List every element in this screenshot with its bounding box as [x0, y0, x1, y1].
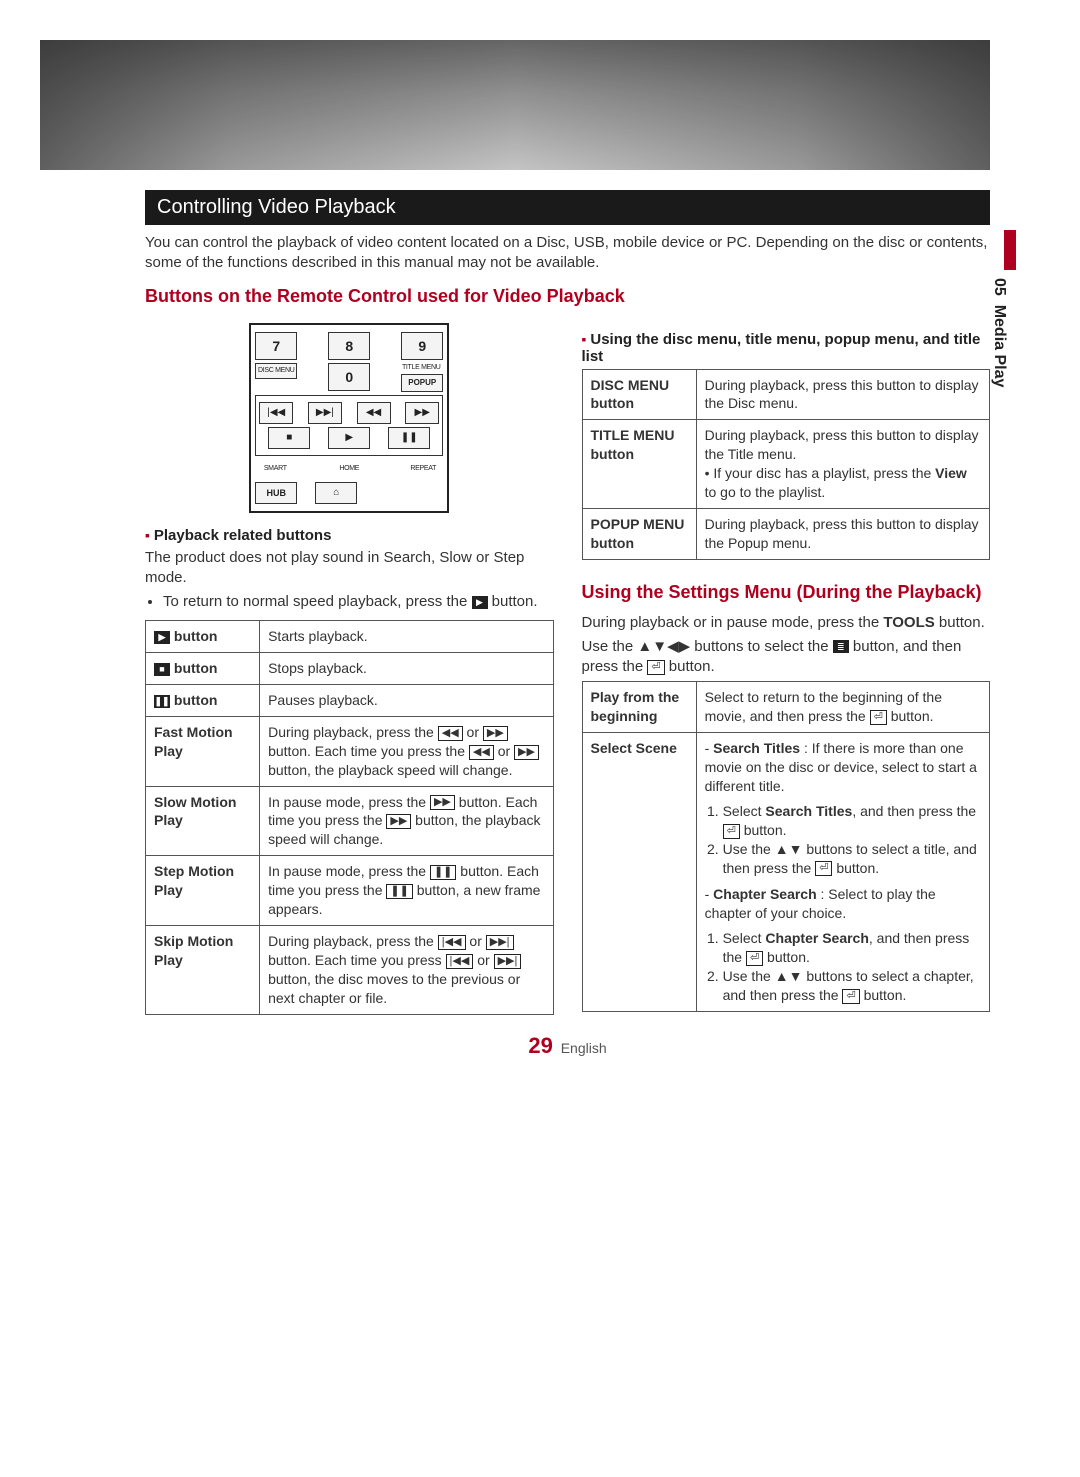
- remote-diagram: 7 8 9 DISC MENU 0 TITLE MENU POPUP: [249, 323, 449, 513]
- chapter-label: 05 Media Play: [990, 278, 1008, 387]
- table-row: Play from the beginningSelect to return …: [582, 682, 990, 733]
- remote-btn-rew-icon: ◀◀: [357, 402, 391, 424]
- inline-icon: ⏎: [870, 710, 887, 725]
- inline-icon: |◀◀: [446, 954, 474, 969]
- settings-menu-table: Play from the beginningSelect to return …: [582, 681, 991, 1011]
- table-row: ❚❚ buttonPauses playback.: [146, 685, 554, 717]
- inline-icon: ❚❚: [386, 884, 412, 899]
- settings-intro-2: Use the ▲▼◀▶ buttons to select the ≣ but…: [582, 637, 991, 678]
- page-footer: 29 English: [145, 1033, 990, 1059]
- playback-note-2: To return to normal speed playback, pres…: [163, 592, 554, 612]
- remote-btn-hub: HUB: [255, 482, 297, 504]
- remote-btn-pause-icon: ❚❚: [388, 427, 430, 449]
- remote-btn-9: 9: [401, 332, 443, 360]
- inline-icon: ▶▶: [514, 745, 539, 760]
- remote-subheading: Buttons on the Remote Control used for V…: [145, 286, 990, 307]
- remote-btn-skipback-icon: |◀◀: [259, 402, 293, 424]
- chapter-side-tab: 05 Media Play: [990, 230, 1020, 390]
- table-row: Slow Motion PlayIn pause mode, press the…: [146, 786, 554, 856]
- settings-intro-1: During playback or in pause mode, press …: [582, 613, 991, 633]
- page-language: English: [561, 1040, 607, 1056]
- inline-icon: ▶▶|: [486, 935, 514, 950]
- remote-label-repeat: REPEAT: [403, 459, 443, 479]
- table-row: Select Scene- Search Titles : If there i…: [582, 733, 990, 1012]
- button-glyph-icon: ▶: [154, 631, 170, 644]
- disc-menu-heading: Using the disc menu, title menu, popup m…: [582, 331, 991, 365]
- enter-icon: ⏎: [842, 989, 859, 1004]
- inline-icon: ▶▶: [386, 814, 411, 829]
- inline-icon: |◀◀: [438, 935, 466, 950]
- enter-icon: ⏎: [723, 824, 740, 839]
- playback-buttons-table: ▶ buttonStarts playback.■ buttonStops pl…: [145, 620, 554, 1014]
- play-icon: ▶: [472, 596, 488, 609]
- inline-icon: ▶▶|: [494, 954, 522, 969]
- remote-label-home: HOME: [329, 459, 369, 479]
- table-row: TITLE MENU buttonDuring playback, press …: [582, 420, 990, 509]
- section-title-bar: Controlling Video Playback: [145, 190, 990, 225]
- playback-buttons-heading: Playback related buttons: [145, 527, 554, 544]
- inline-icon: ◀◀: [438, 726, 463, 741]
- remote-btn-home-icon: ⌂: [315, 482, 357, 504]
- inline-icon: ▶▶: [430, 795, 455, 810]
- inline-icon: ◀◀: [469, 745, 494, 760]
- chapter-marker: [1004, 230, 1016, 270]
- header-gradient: [40, 40, 990, 170]
- remote-btn-stop-icon: ■: [268, 427, 310, 449]
- table-row: POPUP MENU buttonDuring playback, press …: [582, 508, 990, 559]
- remote-frame: 7 8 9 DISC MENU 0 TITLE MENU POPUP: [249, 323, 449, 513]
- enter-icon: ⏎: [647, 660, 664, 675]
- table-row: ■ buttonStops playback.: [146, 653, 554, 685]
- enter-icon: ⏎: [746, 951, 763, 966]
- manual-page: 05 Media Play Controlling Video Playback…: [0, 0, 1080, 1099]
- left-column: 7 8 9 DISC MENU 0 TITLE MENU POPUP: [145, 317, 554, 1015]
- button-glyph-icon: ■: [154, 663, 170, 676]
- inline-icon: ❚❚: [430, 865, 456, 880]
- page-number: 29: [528, 1033, 552, 1058]
- settings-menu-heading: Using the Settings Menu (During the Play…: [582, 582, 991, 603]
- remote-btn-popup: POPUP: [401, 374, 443, 392]
- table-row: Fast Motion PlayDuring playback, press t…: [146, 716, 554, 786]
- inline-icon: ▶▶: [483, 726, 508, 741]
- table-row: ▶ buttonStarts playback.: [146, 621, 554, 653]
- remote-label-smart: SMART: [255, 459, 295, 479]
- remote-btn-7: 7: [255, 332, 297, 360]
- content-columns: 7 8 9 DISC MENU 0 TITLE MENU POPUP: [145, 317, 990, 1015]
- section-intro: You can control the playback of video co…: [145, 233, 990, 274]
- remote-btn-8: 8: [328, 332, 370, 360]
- disc-menu-table: DISC MENU buttonDuring playback, press t…: [582, 369, 991, 560]
- table-row: Skip Motion PlayDuring playback, press t…: [146, 925, 554, 1014]
- enter-icon: ⏎: [815, 861, 832, 876]
- remote-btn-ff-icon: ▶▶: [405, 402, 439, 424]
- remote-label-discmenu: DISC MENU: [255, 363, 297, 379]
- remote-label-titlemenu: TITLE MENU: [401, 363, 441, 373]
- button-glyph-icon: ❚❚: [154, 695, 170, 708]
- remote-btn-play-icon: ▶: [328, 427, 370, 449]
- table-row: Step Motion PlayIn pause mode, press the…: [146, 856, 554, 926]
- table-row: DISC MENU buttonDuring playback, press t…: [582, 369, 990, 420]
- playback-note-1: The product does not play sound in Searc…: [145, 548, 554, 589]
- menu-icon: ≣: [833, 640, 849, 653]
- remote-btn-0: 0: [328, 363, 370, 391]
- remote-btn-skipfwd-icon: ▶▶|: [308, 402, 342, 424]
- right-column: Using the disc menu, title menu, popup m…: [582, 317, 991, 1015]
